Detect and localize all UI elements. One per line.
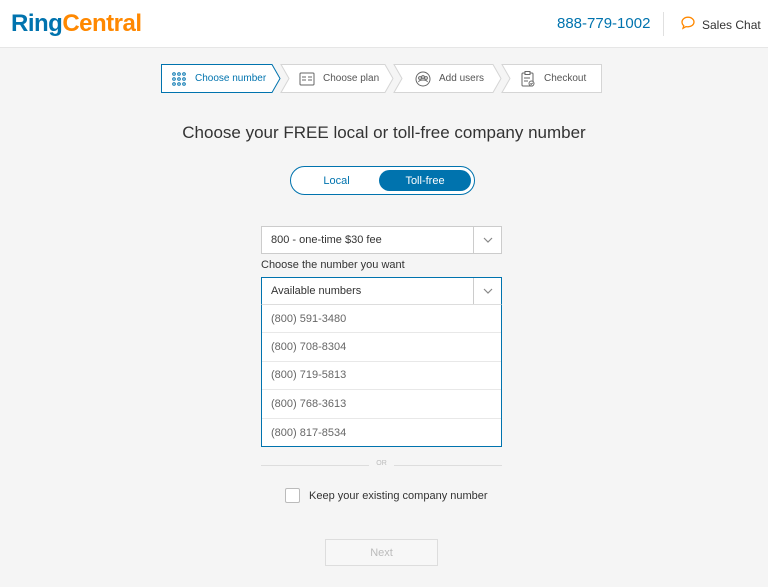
number-type-toggle: Local Toll-free xyxy=(290,166,475,195)
number-select[interactable]: Available numbers xyxy=(261,277,502,305)
header-divider xyxy=(663,12,664,36)
keep-existing-checkbox[interactable] xyxy=(285,488,300,503)
number-select-label: Choose the number you want xyxy=(261,259,405,271)
step-checkout[interactable]: Checkout xyxy=(520,64,586,93)
step-label: Choose number xyxy=(195,73,267,84)
users-group-icon xyxy=(415,71,431,87)
chat-bubble-icon xyxy=(680,15,696,34)
number-option[interactable]: (800) 708-8304 xyxy=(262,333,501,362)
keep-existing-label: Keep your existing company number xyxy=(309,489,488,502)
top-header: RingCentral 888-779-1002 Sales Chat xyxy=(0,0,768,48)
sales-chat-label: Sales Chat xyxy=(702,17,761,32)
or-divider: OR xyxy=(261,459,502,471)
step-add-users[interactable]: Add users xyxy=(415,64,484,93)
chevron-down-icon[interactable] xyxy=(473,227,501,253)
sales-chat-button[interactable]: Sales Chat xyxy=(680,15,761,34)
number-dropdown-list: (800) 591-3480 (800) 708-8304 (800) 719-… xyxy=(261,304,502,447)
ringcentral-logo[interactable]: RingCentral xyxy=(11,10,142,38)
chevron-down-icon[interactable] xyxy=(473,278,501,304)
number-option[interactable]: (800) 768-3613 xyxy=(262,390,501,419)
step-choose-number[interactable]: Choose number xyxy=(171,64,266,93)
sales-phone-link[interactable]: 888-779-1002 xyxy=(557,15,650,32)
toggle-tollfree[interactable]: Toll-free xyxy=(379,170,471,191)
next-button[interactable]: Next xyxy=(325,539,438,566)
page-title: Choose your FREE local or toll-free comp… xyxy=(182,123,586,142)
step-label: Choose plan xyxy=(323,73,380,84)
number-option[interactable]: (800) 591-3480 xyxy=(262,305,501,334)
step-label: Add users xyxy=(439,73,485,84)
number-option[interactable]: (800) 719-5813 xyxy=(262,362,501,391)
number-select-placeholder: Available numbers xyxy=(271,285,362,297)
grid-dots-icon xyxy=(171,71,187,87)
signup-stepper: Choose number Choose plan Add users Chec… xyxy=(161,64,602,93)
plan-board-icon xyxy=(299,71,315,87)
keep-existing-number-option[interactable]: Keep your existing company number xyxy=(285,488,488,503)
clipboard-check-icon xyxy=(520,70,536,87)
toggle-local[interactable]: Local xyxy=(294,170,379,191)
prefix-select-value: 800 - one-time $30 fee xyxy=(271,234,382,246)
number-option[interactable]: (800) 817-8534 xyxy=(262,419,501,447)
step-choose-plan[interactable]: Choose plan xyxy=(299,64,379,93)
prefix-select[interactable]: 800 - one-time $30 fee xyxy=(261,226,502,254)
step-label: Checkout xyxy=(544,73,587,84)
